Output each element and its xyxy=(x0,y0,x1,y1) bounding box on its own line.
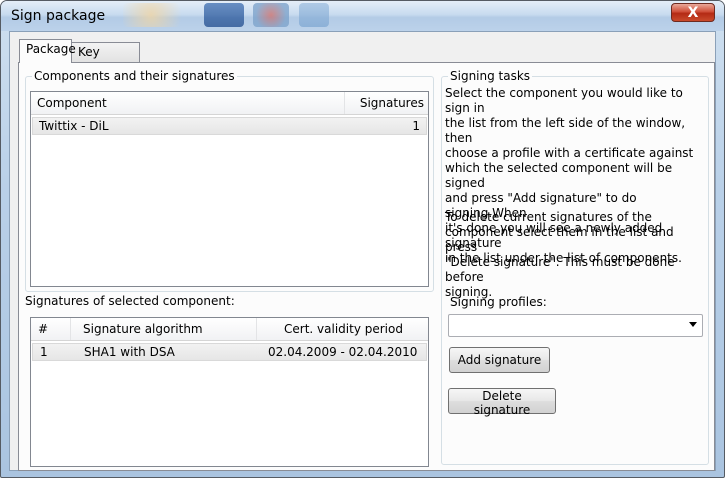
close-button[interactable]: X xyxy=(671,3,715,22)
signing-tasks-group-title: Signing tasks xyxy=(448,69,533,83)
column-header-signature-algorithm[interactable]: Signature algorithm xyxy=(71,318,257,340)
title-bar-decoration-icon xyxy=(253,3,289,27)
column-header-component[interactable]: Component xyxy=(31,92,345,114)
signing-profiles-dropdown[interactable] xyxy=(448,314,703,337)
signature-algorithm-cell: SHA1 with DSA xyxy=(84,345,175,359)
signatures-list[interactable]: # Signature algorithm Cert. validity per… xyxy=(30,317,429,467)
sign-package-window: Sign package X Package Key pairs Compone… xyxy=(0,0,725,478)
tab-package[interactable]: Package xyxy=(19,39,76,63)
add-signature-button[interactable]: Add signature xyxy=(449,347,550,373)
components-group-title: Components and their signatures xyxy=(32,69,237,83)
components-list[interactable]: Component Signatures Twittix - DiL 1 xyxy=(30,91,429,287)
delete-instructions: To delete current signatures of the comp… xyxy=(445,210,675,299)
window-title: Sign package xyxy=(11,8,106,24)
cert-validity-cell: 02.04.2009 - 02.04.2010 xyxy=(268,345,418,359)
table-row[interactable]: 1 SHA1 with DSA 02.04.2009 - 02.04.2010 xyxy=(32,343,427,361)
signature-count-cell: 1 xyxy=(412,119,420,133)
column-header-number[interactable]: # xyxy=(31,318,71,340)
tab-key-pairs[interactable]: Key pairs xyxy=(71,42,140,78)
column-header-cert-validity[interactable]: Cert. validity period xyxy=(257,318,428,340)
dialog-client-area: Package Key pairs Components and their s… xyxy=(9,31,716,471)
column-header-signatures[interactable]: Signatures xyxy=(345,92,428,114)
signing-profiles-label: Signing profiles: xyxy=(450,295,547,309)
delete-signature-button[interactable]: Delete signature xyxy=(448,388,556,417)
package-tab-panel: Components and their signatures Componen… xyxy=(18,62,715,471)
title-bar-decoration-icon xyxy=(123,3,193,27)
signatures-list-header: # Signature algorithm Cert. validity per… xyxy=(31,318,428,341)
title-bar-decoration-icon xyxy=(299,3,329,27)
table-row[interactable]: Twittix - DiL 1 xyxy=(32,117,427,135)
component-name-cell: Twittix - DiL xyxy=(39,119,109,133)
signature-number-cell: 1 xyxy=(40,345,48,359)
title-bar[interactable]: Sign package X xyxy=(1,1,724,31)
chevron-down-icon xyxy=(689,322,697,327)
signatures-section-label: Signatures of selected component: xyxy=(25,294,235,308)
title-bar-decoration-icon xyxy=(204,3,244,27)
components-list-header: Component Signatures xyxy=(31,92,428,115)
